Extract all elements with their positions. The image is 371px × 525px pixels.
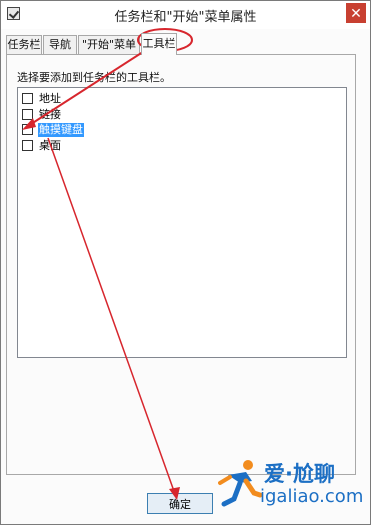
instruction-text: 选择要添加到任务栏的工具栏。 bbox=[17, 71, 171, 84]
tab-toolbars[interactable]: 工具栏 bbox=[141, 33, 177, 55]
checkbox-links[interactable] bbox=[22, 109, 33, 120]
tab-start-menu[interactable]: "开始"菜单 bbox=[78, 35, 140, 54]
tab-navigation[interactable]: 导航 bbox=[43, 35, 77, 54]
watermark-url: igaliao.com bbox=[260, 486, 364, 507]
item-label-desktop: 桌面 bbox=[39, 139, 61, 152]
toolbar-list[interactable]: 地址 链接 触摸键盘 桌面 bbox=[17, 87, 347, 358]
watermark-title: 爱·尬聊 bbox=[264, 462, 335, 486]
checkbox-address[interactable] bbox=[22, 93, 33, 104]
item-label-touch-keyboard: 触摸键盘 bbox=[38, 123, 84, 137]
runner-logo-icon bbox=[218, 460, 262, 507]
checkbox-touch-keyboard[interactable] bbox=[22, 124, 33, 135]
tab-bar: 任务栏 导航 "开始"菜单 工具栏 bbox=[6, 33, 362, 55]
item-label-address: 地址 bbox=[39, 92, 61, 105]
checkbox-desktop[interactable] bbox=[22, 140, 33, 151]
close-button[interactable]: ✕ bbox=[346, 3, 366, 23]
title-bar[interactable]: 任务栏和"开始"菜单属性 ✕ bbox=[1, 1, 370, 29]
window-title: 任务栏和"开始"菜单属性 bbox=[114, 10, 257, 25]
watermark-logo: 爱·尬聊 igaliao.com bbox=[218, 455, 366, 515]
ok-button[interactable]: 确定 bbox=[147, 493, 213, 514]
tab-taskbar[interactable]: 任务栏 bbox=[6, 35, 42, 54]
item-label-links: 链接 bbox=[39, 108, 61, 121]
